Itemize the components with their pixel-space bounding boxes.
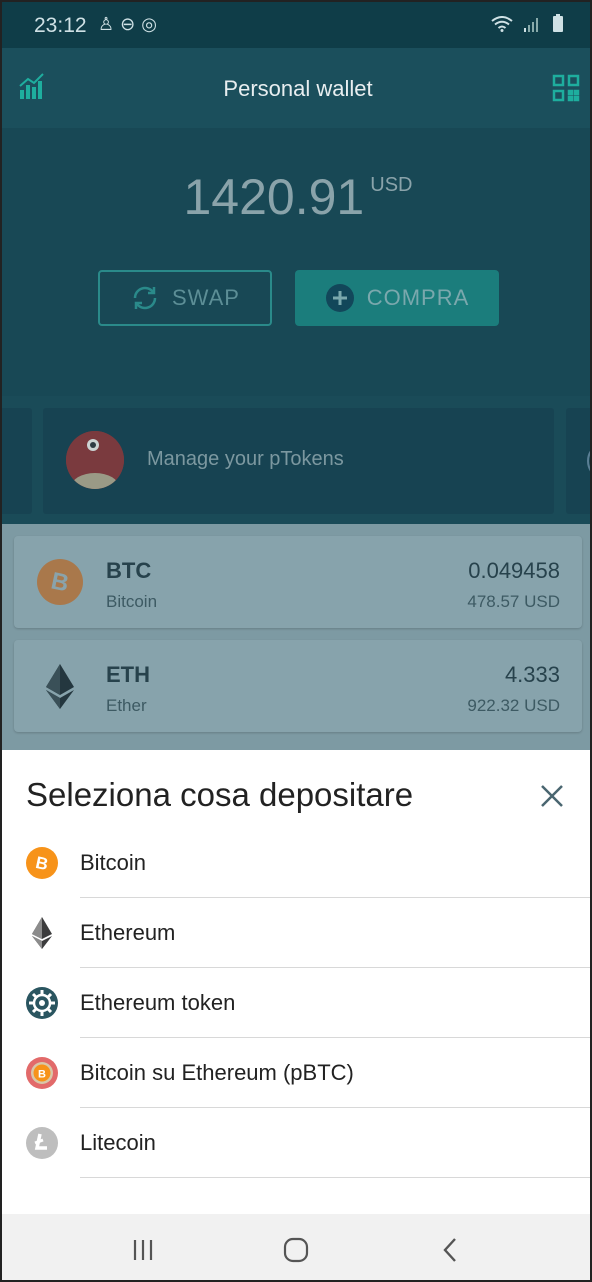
option-litecoin[interactable]: Litecoin [2, 1108, 590, 1178]
buy-button[interactable]: COMPRA [295, 270, 499, 326]
status-right-icons [490, 14, 564, 37]
coin-usd-value: 478.57 USD [467, 592, 560, 611]
bitcoin-icon: B [36, 558, 84, 606]
screen: 23:12 ♙⊖◎ Personal wallet 1420.91 USD SW… [0, 0, 592, 1282]
sheet-title: Seleziona cosa depositare [26, 776, 414, 813]
coin-quantity: 4.333 [504, 662, 560, 687]
status-bar: 23:12 ♙⊖◎ [2, 2, 590, 48]
pbtc-icon: B [26, 1057, 58, 1089]
coin-usd-value: 922.32 USD [467, 696, 560, 715]
status-time: 23:12 [34, 14, 87, 37]
app-bar: Personal wallet [2, 48, 590, 128]
balance-section: 1420.91 USD SWAP COMPRA [2, 128, 590, 396]
token-gear-icon [26, 987, 58, 1019]
signal-icon [523, 17, 552, 36]
svg-text:B: B [38, 1069, 46, 1081]
back-icon[interactable] [435, 1236, 465, 1264]
close-icon[interactable] [538, 782, 566, 810]
option-ethereum[interactable]: Ethereum [2, 898, 590, 968]
option-label: Ethereum token [80, 990, 236, 1015]
balance-amount: 1420.91 [183, 169, 365, 225]
wifi-icon [490, 16, 524, 36]
total-balance: 1420.91 USD [2, 168, 590, 226]
swap-label: SWAP [172, 285, 240, 310]
coin-name: Ether [106, 696, 147, 715]
coin-list: B BTC Bitcoin 0.049458 478.57 USD ETH Et… [2, 524, 590, 762]
carousel-card-prev[interactable] [2, 408, 32, 514]
swap-icon [130, 285, 160, 311]
coin-row-btc[interactable]: B BTC Bitcoin 0.049458 478.57 USD [14, 536, 582, 628]
home-icon[interactable] [281, 1236, 311, 1264]
balance-currency: USD [370, 174, 413, 196]
recents-icon[interactable] [128, 1236, 158, 1264]
deposit-bottom-sheet: Seleziona cosa depositare B Bitcoin Ethe… [2, 750, 590, 1216]
ptokens-label: Manage your pTokens [147, 448, 344, 470]
litecoin-icon [26, 1127, 58, 1159]
ethereum-icon [36, 662, 84, 710]
person-icon: ♙ [98, 14, 121, 34]
do-not-disturb-icon: ⊖ [120, 14, 142, 34]
bitcoin-icon: B [26, 847, 58, 879]
ethereum-icon [26, 917, 58, 949]
swap-button[interactable]: SWAP [98, 270, 272, 326]
system-nav-bar [2, 1214, 590, 1280]
buy-label: COMPRA [366, 285, 470, 310]
coin-quantity: 0.049458 [468, 558, 560, 583]
option-ethereum-token[interactable]: Ethereum token [2, 968, 590, 1038]
option-label: Litecoin [80, 1130, 156, 1155]
coin-name: Bitcoin [106, 592, 158, 611]
carousel-card-next[interactable] [566, 408, 590, 514]
wallet-background: 23:12 ♙⊖◎ Personal wallet 1420.91 USD SW… [2, 2, 590, 762]
battery-icon [552, 14, 564, 36]
option-label: Bitcoin su Ethereum (pBTC) [80, 1060, 354, 1085]
page-title: Personal wallet [223, 76, 373, 101]
status-left-icons: ♙⊖◎ [98, 14, 163, 35]
ptokens-card[interactable]: Manage your pTokens [43, 408, 554, 514]
coin-symbol: ETH [106, 662, 150, 687]
spiral-icon: ◎ [141, 14, 163, 34]
option-label: Ethereum [80, 920, 176, 945]
qr-code-icon[interactable] [552, 74, 580, 107]
add-circle-icon [325, 283, 355, 313]
divider [80, 1177, 590, 1178]
tokens-carousel: Manage your pTokens [2, 396, 590, 524]
coin-row-eth[interactable]: ETH Ether 4.333 922.32 USD [14, 640, 582, 732]
option-pbtc[interactable]: B Bitcoin su Ethereum (pBTC) [2, 1038, 590, 1108]
option-label: Bitcoin [80, 850, 147, 875]
coin-symbol: BTC [106, 558, 152, 583]
option-bitcoin[interactable]: B Bitcoin [2, 828, 590, 898]
ptokens-avatar-icon [66, 431, 124, 489]
